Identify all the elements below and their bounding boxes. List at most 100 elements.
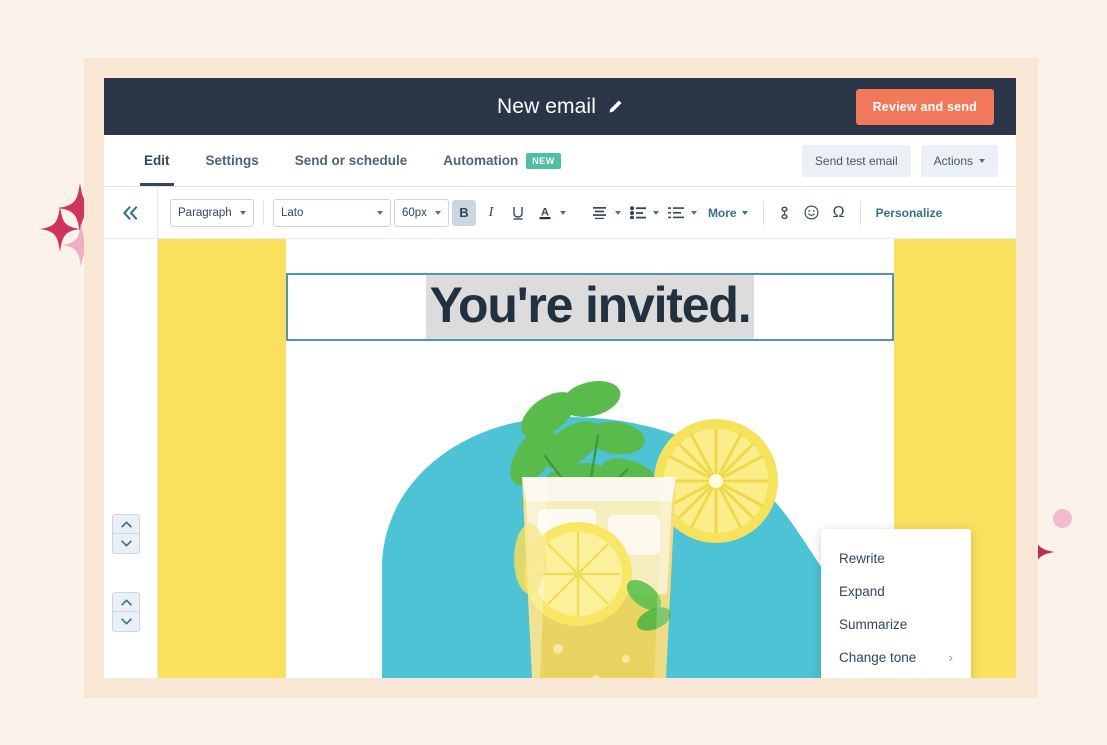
text-color-dropdown[interactable] xyxy=(558,210,568,215)
bulleted-list-dropdown[interactable] xyxy=(651,210,661,215)
headline-text: You're invited. xyxy=(425,275,755,339)
numbered-list-icon xyxy=(667,207,684,219)
align-dropdown[interactable] xyxy=(613,210,623,215)
ai-menu-item-label: Expand xyxy=(839,584,885,599)
ai-menu-item-label: Summarize xyxy=(839,617,908,632)
sparkle-top-small xyxy=(40,206,80,252)
send-test-email-button[interactable]: Send test email xyxy=(801,144,911,177)
tab-edit[interactable]: Edit xyxy=(126,135,188,186)
list-group[interactable] xyxy=(626,200,661,226)
editor-body: You're invited. Rewrite Expand Summarize… xyxy=(104,239,1016,678)
bold-button[interactable]: B xyxy=(451,199,476,226)
lemonade-glass-image xyxy=(286,359,894,678)
paragraph-style-value: Paragraph xyxy=(178,206,232,219)
font-family-select[interactable]: Lato xyxy=(273,198,391,227)
page-title: New email xyxy=(497,94,596,118)
more-button[interactable]: More xyxy=(702,206,754,220)
tab-automation[interactable]: Automation NEW xyxy=(425,135,579,186)
collapse-sidebar-button[interactable] xyxy=(104,187,158,239)
personalize-button[interactable]: Personalize xyxy=(870,206,949,220)
paragraph-style-select[interactable]: Paragraph xyxy=(170,198,254,227)
align-group[interactable] xyxy=(588,200,623,226)
font-family-value: Lato xyxy=(281,206,304,219)
pencil-icon[interactable] xyxy=(608,99,623,114)
tab-bar-actions: Send test email Actions xyxy=(801,144,998,177)
indent-group[interactable] xyxy=(664,200,699,226)
text-color-group[interactable]: A xyxy=(533,200,568,226)
module-reorder-spinner-2[interactable] xyxy=(112,592,140,632)
chevron-up-icon xyxy=(120,520,132,528)
underline-button[interactable] xyxy=(506,200,530,226)
editor-toolbar-row: Paragraph Lato 60px B I A More Ω Persona… xyxy=(104,187,1016,239)
dot-right xyxy=(1053,509,1072,528)
chevron-down-icon xyxy=(690,210,697,215)
status-badge-new: NEW xyxy=(526,152,561,169)
tab-send-or-schedule[interactable]: Send or schedule xyxy=(277,135,426,186)
bulleted-list-button[interactable] xyxy=(626,200,650,226)
ai-assistant-menu: Rewrite Expand Summarize Change tone › xyxy=(821,529,971,678)
chevron-right-icon: › xyxy=(948,650,953,665)
toolbar-divider xyxy=(859,200,861,225)
actions-button[interactable]: Actions xyxy=(920,144,998,177)
tab-settings[interactable]: Settings xyxy=(188,135,277,186)
chevron-up-icon xyxy=(120,598,132,606)
chevron-down-icon xyxy=(434,210,441,215)
emoji-icon[interactable] xyxy=(800,201,824,225)
toolbar-divider xyxy=(762,200,764,225)
module-reorder-spinner-1[interactable] xyxy=(112,514,140,554)
move-down-button[interactable] xyxy=(112,612,140,632)
ai-menu-item-expand[interactable]: Expand xyxy=(821,575,971,608)
chevron-down-icon xyxy=(240,210,246,215)
align-center-icon xyxy=(593,207,607,219)
tab-bar: Edit Settings Send or schedule Automatio… xyxy=(104,135,1016,187)
window-topbar: New email Review and send xyxy=(104,78,1016,135)
tab-settings-label: Settings xyxy=(205,153,259,168)
chevron-down-icon xyxy=(120,540,132,547)
omega-special-character-icon[interactable]: Ω xyxy=(827,201,851,225)
font-size-select[interactable]: 60px xyxy=(394,198,449,227)
review-and-send-button[interactable]: Review and send xyxy=(855,88,994,125)
move-up-button[interactable] xyxy=(112,592,140,612)
chevron-down-icon xyxy=(559,210,566,215)
italic-button[interactable]: I xyxy=(479,200,503,226)
actions-button-label: Actions xyxy=(933,153,973,168)
toolbar-divider xyxy=(263,200,264,225)
move-up-button[interactable] xyxy=(112,514,140,534)
toolbar-divider xyxy=(577,201,579,225)
tab-edit-label: Edit xyxy=(144,153,170,168)
chevron-down-icon xyxy=(377,210,383,215)
double-chevron-left-icon xyxy=(123,205,138,220)
chevron-down-icon xyxy=(979,158,985,163)
rich-text-toolbar: Paragraph Lato 60px B I A More Ω Persona… xyxy=(158,187,1016,239)
underline-icon xyxy=(513,206,523,220)
numbered-list-dropdown[interactable] xyxy=(689,210,699,215)
link-icon[interactable] xyxy=(773,201,797,225)
email-content-column: You're invited. xyxy=(286,239,894,678)
ai-menu-item-summarize[interactable]: Summarize xyxy=(821,608,971,641)
text-color-A-icon: A xyxy=(539,207,551,220)
chevron-down-icon xyxy=(120,618,132,625)
hero-image-module[interactable] xyxy=(286,359,894,678)
tab-automation-label: Automation xyxy=(443,153,519,168)
email-canvas: You're invited. Rewrite Expand Summarize… xyxy=(158,239,1016,678)
ai-menu-item-rewrite[interactable]: Rewrite xyxy=(821,542,971,575)
tab-send-or-schedule-label: Send or schedule xyxy=(294,153,408,168)
numbered-list-button[interactable] xyxy=(664,200,688,226)
ai-menu-item-label: Change tone xyxy=(839,650,917,665)
email-editor-window: New email Review and send Edit Settings … xyxy=(104,78,1016,678)
move-down-button[interactable] xyxy=(112,534,140,554)
text-color-button[interactable]: A xyxy=(533,200,557,226)
chevron-down-icon xyxy=(652,210,659,215)
left-sidebar-rail xyxy=(104,239,158,678)
svg-text:A: A xyxy=(541,207,549,219)
headline-text-module[interactable]: You're invited. xyxy=(286,273,894,341)
more-button-label: More xyxy=(707,205,737,220)
chevron-down-icon xyxy=(741,210,748,215)
ai-menu-item-label: Rewrite xyxy=(839,551,885,566)
ai-menu-item-change-tone[interactable]: Change tone › xyxy=(821,641,971,674)
bulleted-list-icon xyxy=(629,206,646,219)
font-size-value: 60px xyxy=(402,206,427,219)
align-center-button[interactable] xyxy=(588,200,612,226)
tab-list: Edit Settings Send or schedule Automatio… xyxy=(104,135,579,186)
chevron-down-icon xyxy=(614,210,621,215)
